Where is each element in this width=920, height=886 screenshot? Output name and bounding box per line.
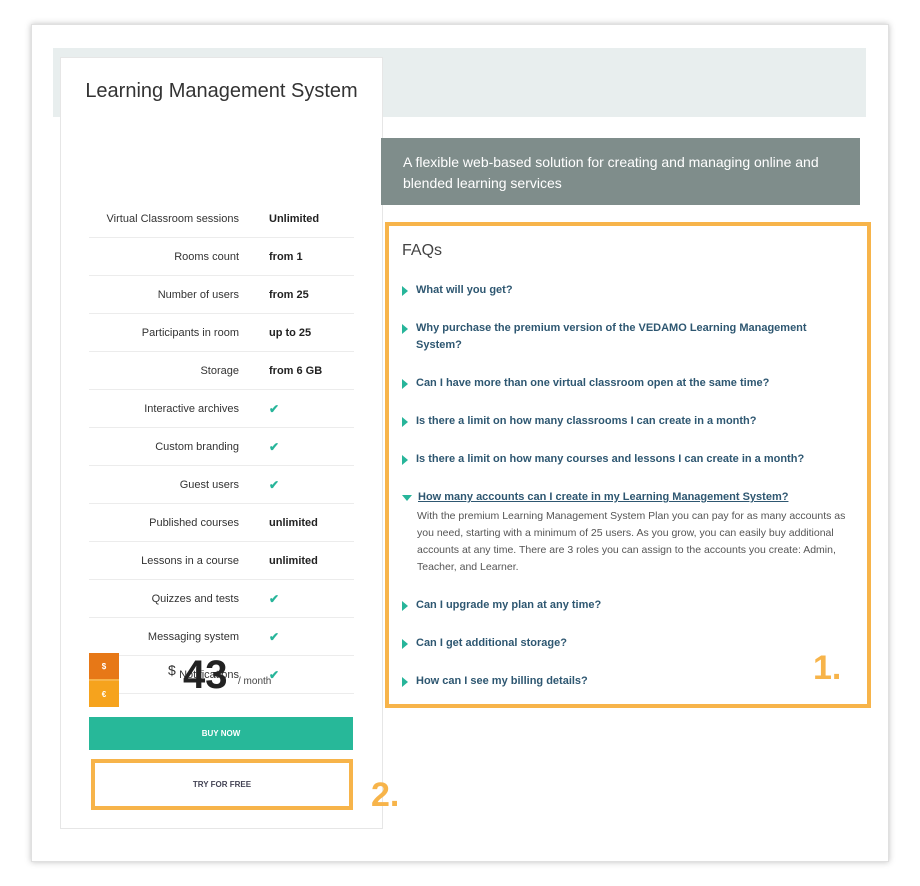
feature-row: Participants in room up to 25 — [89, 314, 354, 352]
feature-row: Number of users from 25 — [89, 276, 354, 314]
faq-question-text: Why purchase the premium version of the … — [416, 322, 807, 351]
feature-label: Rooms count — [174, 250, 239, 263]
feature-row: Custom branding ✔ — [89, 428, 354, 466]
caret-down-icon — [402, 495, 412, 501]
feature-label: Interactive archives — [144, 402, 239, 415]
feature-label: Published courses — [149, 516, 239, 529]
price-amount: 43 — [183, 653, 228, 697]
faq-item: Why purchase the premium version of the … — [402, 320, 854, 354]
faq-question-text: What will you get? — [416, 284, 513, 296]
faq-question[interactable]: Is there a limit on how many classrooms … — [402, 413, 854, 430]
faq-item-expanded: How many accounts can I create in my Lea… — [402, 489, 854, 576]
faq-list: What will you get? Why purchase the prem… — [402, 282, 854, 711]
faq-question[interactable]: What will you get? — [402, 282, 854, 299]
faq-question[interactable]: Can I upgrade my plan at any time? — [402, 597, 854, 614]
currency-switcher: $ € — [89, 653, 119, 707]
faq-question-text: Is there a limit on how many classrooms … — [416, 415, 757, 427]
feature-row: Lessons in a course unlimited — [89, 542, 354, 580]
caret-right-icon — [402, 379, 408, 389]
faq-item: How can I see my billing details? — [402, 673, 854, 690]
feature-list: Virtual Classroom sessions Unlimited Roo… — [89, 200, 354, 694]
feature-value: up to 25 — [269, 326, 312, 339]
price-currency-symbol: $ — [168, 662, 176, 678]
feature-label: Virtual Classroom sessions — [106, 212, 239, 225]
description-banner: A flexible web-based solution for creati… — [381, 138, 860, 205]
faq-question[interactable]: Is there a limit on how many courses and… — [402, 451, 854, 468]
faq-answer: With the premium Learning Management Sys… — [417, 510, 846, 573]
feature-row: Guest users ✔ — [89, 466, 354, 504]
feature-label: Participants in room — [141, 326, 239, 339]
faq-question-text: Can I have more than one virtual classro… — [416, 377, 770, 389]
faq-item: Can I have more than one virtual classro… — [402, 375, 854, 392]
feature-value: from 1 — [269, 250, 303, 263]
faq-item: What will you get? — [402, 282, 854, 299]
try-for-free-button[interactable]: TRY FOR FREE — [91, 759, 353, 810]
check-icon: ✔ — [269, 401, 280, 416]
faq-question-text: Is there a limit on how many courses and… — [416, 453, 805, 465]
caret-right-icon — [402, 286, 408, 296]
check-icon: ✔ — [269, 439, 280, 454]
feature-label: Lessons in a course — [141, 554, 239, 567]
feature-row: Rooms count from 1 — [89, 238, 354, 276]
faq-question[interactable]: Can I have more than one virtual classro… — [402, 375, 854, 392]
faq-question[interactable]: How many accounts can I create in my Lea… — [402, 489, 854, 506]
check-icon: ✔ — [269, 591, 280, 606]
feature-label: Storage — [200, 364, 239, 377]
annotation-marker-2: 2. — [371, 776, 400, 814]
faq-question-text: How many accounts can I create in my Lea… — [418, 491, 789, 503]
faq-question-text: How can I see my billing details? — [416, 675, 588, 687]
faq-title: FAQs — [402, 242, 443, 259]
feature-value: from 6 GB — [269, 364, 323, 377]
caret-right-icon — [402, 324, 408, 334]
currency-usd-button[interactable]: $ — [89, 653, 119, 681]
feature-row: Quizzes and tests ✔ — [89, 580, 354, 618]
feature-row: Storage from 6 GB — [89, 352, 354, 390]
price-period: / month — [238, 676, 272, 687]
faq-question[interactable]: How can I see my billing details? — [402, 673, 854, 690]
feature-row: Messaging system ✔ — [89, 618, 354, 656]
feature-label: Number of users — [157, 288, 239, 301]
buy-now-button[interactable]: BUY NOW — [89, 717, 353, 750]
feature-row: Interactive archives ✔ — [89, 390, 354, 428]
feature-value: from 25 — [269, 288, 309, 301]
faq-panel: FAQs What will you get? Why purchase the… — [385, 222, 871, 708]
annotation-marker-1: 1. — [813, 649, 842, 687]
feature-label: Messaging system — [147, 630, 239, 643]
faq-question-text: Can I upgrade my plan at any time? — [416, 599, 602, 611]
faq-question[interactable]: Can I get additional storage? — [402, 635, 854, 652]
feature-label: Custom branding — [155, 440, 239, 453]
feature-value: unlimited — [269, 516, 318, 529]
caret-right-icon — [402, 601, 408, 611]
currency-eur-button[interactable]: € — [89, 681, 119, 707]
caret-right-icon — [402, 639, 408, 649]
faq-question[interactable]: Why purchase the premium version of the … — [402, 320, 854, 354]
pricing-card: Learning Management System Virtual Class… — [60, 57, 383, 829]
feature-label: Quizzes and tests — [151, 592, 239, 605]
faq-item: Is there a limit on how many courses and… — [402, 451, 854, 468]
faq-item: Is there a limit on how many classrooms … — [402, 413, 854, 430]
caret-right-icon — [402, 417, 408, 427]
feature-row: Virtual Classroom sessions Unlimited — [89, 200, 354, 238]
check-icon: ✔ — [269, 477, 280, 492]
caret-right-icon — [402, 455, 408, 465]
feature-row: Published courses unlimited — [89, 504, 354, 542]
check-icon: ✔ — [269, 629, 280, 644]
feature-value: unlimited — [269, 554, 318, 567]
plan-title: Learning Management System — [85, 80, 358, 102]
faq-item: Can I upgrade my plan at any time? — [402, 597, 854, 614]
faq-item: Can I get additional storage? — [402, 635, 854, 652]
caret-right-icon — [402, 677, 408, 687]
feature-value: Unlimited — [269, 212, 320, 225]
faq-question-text: Can I get additional storage? — [416, 637, 567, 649]
feature-label: Guest users — [179, 478, 239, 491]
